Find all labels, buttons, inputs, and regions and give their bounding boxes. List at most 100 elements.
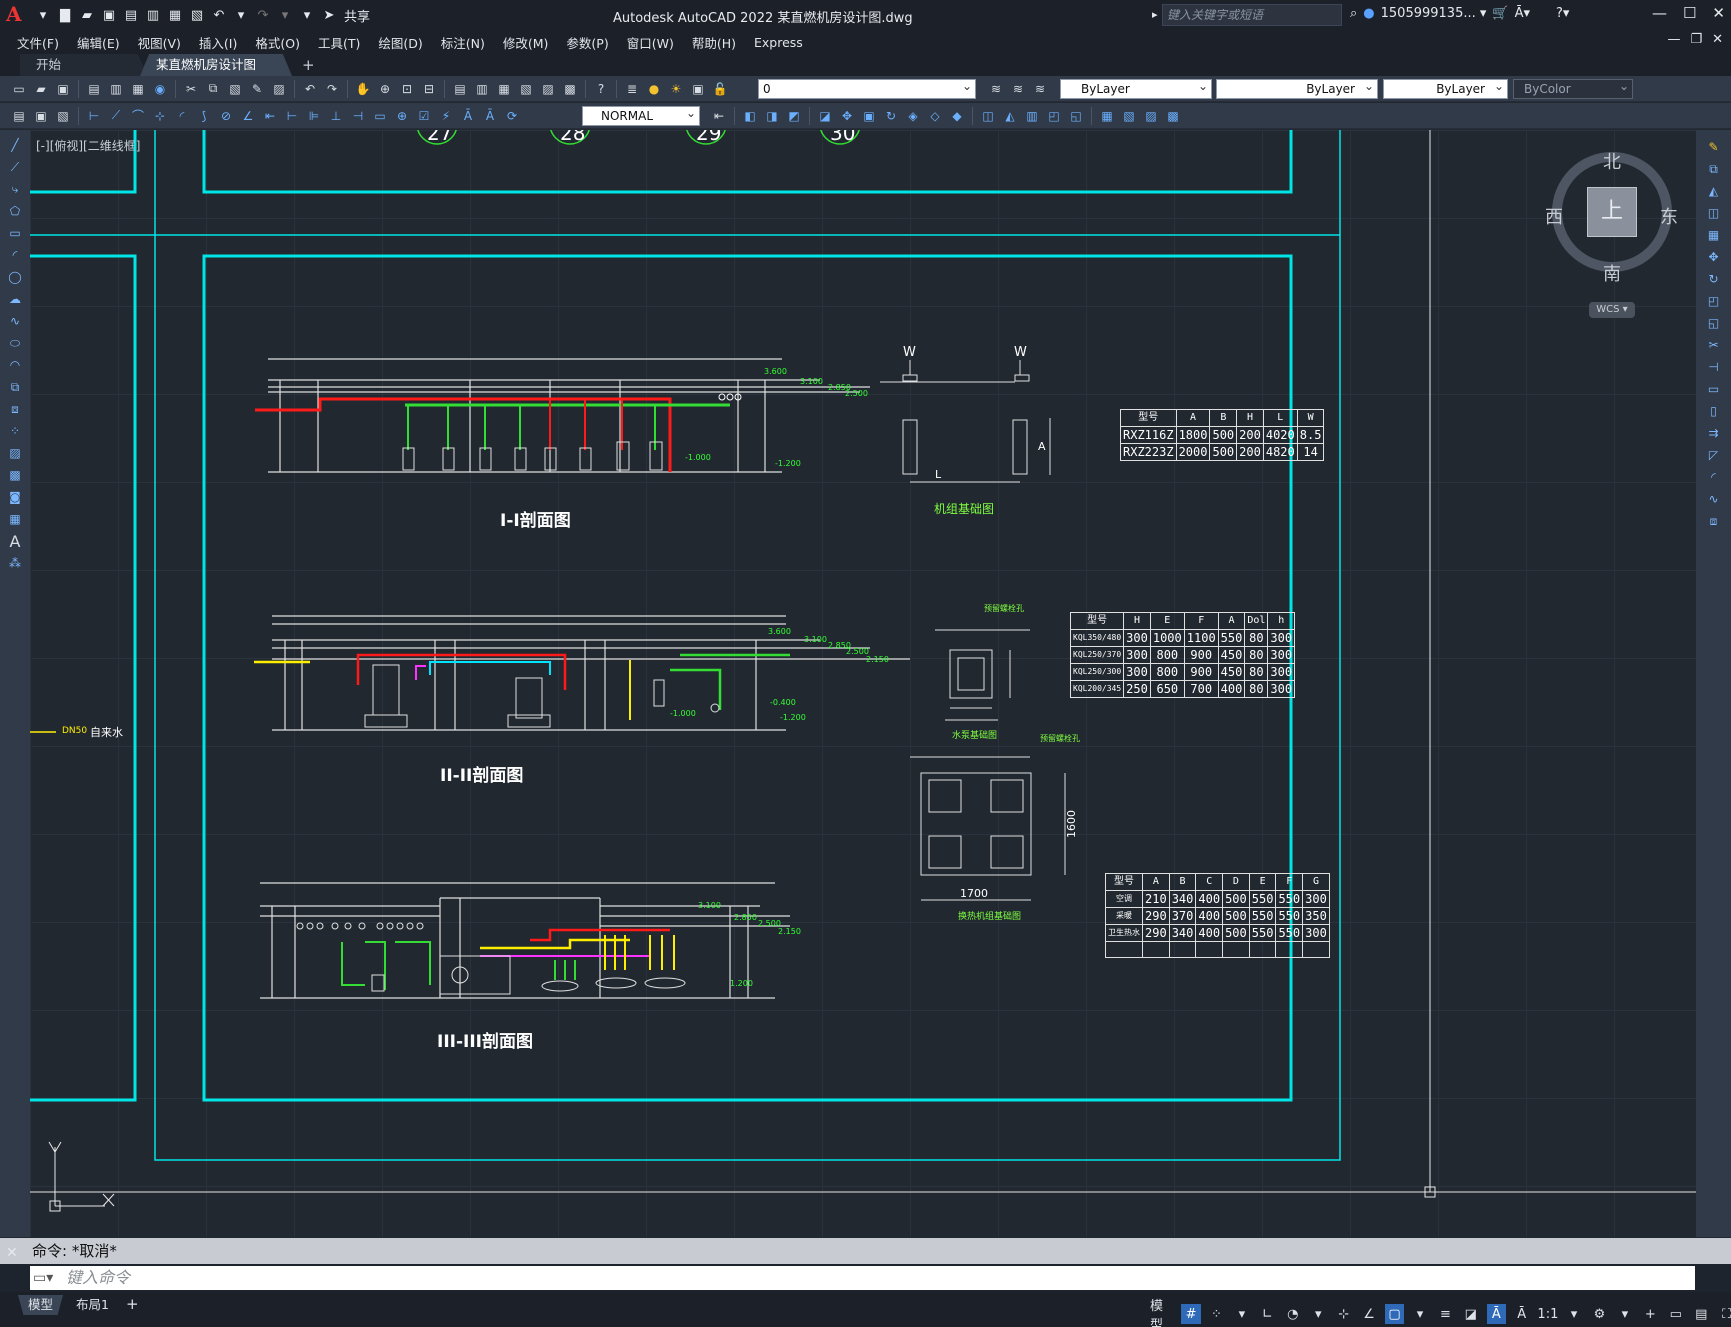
menu-dimension[interactable]: 标注(N) <box>441 33 485 52</box>
draw-order-icon[interactable]: ▧ <box>1120 107 1138 125</box>
plot-icon[interactable]: ▤ <box>85 80 103 98</box>
add-layout-icon[interactable]: + <box>126 1295 139 1313</box>
rectangle-icon[interactable]: ▭ <box>5 224 25 242</box>
user-icon[interactable]: ● <box>1363 6 1374 21</box>
dim-break-icon[interactable]: ⊣ <box>349 107 367 125</box>
dim-edit-icon[interactable]: Ā <box>459 107 477 125</box>
menu-window[interactable]: 窗口(W) <box>627 33 674 52</box>
dim-text-edit-icon[interactable]: Ā <box>481 107 499 125</box>
ellipse-arc-icon[interactable]: ◠ <box>5 356 25 374</box>
fillet-icon[interactable]: ◱ <box>1067 107 1085 125</box>
autocad-logo-icon[interactable]: A <box>6 2 32 28</box>
angular-dim-icon[interactable]: ∠ <box>239 107 257 125</box>
construction-line-icon[interactable]: ⟋ <box>5 158 25 176</box>
tolerance-icon[interactable]: ▭ <box>371 107 389 125</box>
color-dropdown[interactable]: ByLayer <box>1060 77 1212 99</box>
compass-south[interactable]: 南 <box>1603 260 1621 286</box>
qnew-icon[interactable]: ▭ <box>10 80 28 98</box>
undo-dropdown-icon[interactable]: ▾ <box>231 6 251 24</box>
scale-icon[interactable]: ◈ <box>904 107 922 125</box>
command-close-icon[interactable]: ✕ <box>6 1242 23 1264</box>
menu-draw[interactable]: 绘图(D) <box>378 33 422 52</box>
save-web-icon[interactable]: ▦ <box>165 6 185 24</box>
units-icon[interactable]: ▭ <box>1666 1304 1685 1324</box>
chamfer-icon[interactable]: ◸ <box>1704 446 1724 464</box>
copy-icon[interactable]: ⧉ <box>1704 160 1724 178</box>
share-icon[interactable]: ➤ <box>319 6 339 24</box>
ordinate-dim-icon[interactable]: ⊹ <box>151 107 169 125</box>
layer-properties-icon[interactable]: ≣ <box>623 80 641 98</box>
lineweight-icon[interactable]: ≡ <box>1436 1304 1455 1324</box>
array-icon[interactable]: ✥ <box>838 107 856 125</box>
menu-parametric[interactable]: 参数(P) <box>566 33 608 52</box>
wcs-menu[interactable]: WCS ▾ <box>1589 302 1635 318</box>
search-icon[interactable]: ⌕ <box>1350 6 1357 21</box>
save-icon[interactable]: ▣ <box>99 6 119 24</box>
lineweight-dropdown[interactable]: ByLayer <box>1383 77 1508 99</box>
plotstyle-dropdown[interactable]: ByColor <box>1513 77 1633 99</box>
transparency-icon[interactable]: ◪ <box>1461 1304 1480 1324</box>
ungroup-icon[interactable]: ▩ <box>1164 107 1182 125</box>
layer-lock-icon[interactable]: 🔓 <box>711 80 729 98</box>
stretch-icon[interactable]: ◇ <box>926 107 944 125</box>
block-editor-icon[interactable]: ▨ <box>270 80 288 98</box>
new-file-icon[interactable]: ▇ <box>55 6 75 24</box>
cut-icon[interactable]: ✂ <box>182 80 200 98</box>
doc-close-icon[interactable]: ✕ <box>1712 32 1723 47</box>
plot-icon[interactable]: ▧ <box>187 6 207 24</box>
annotation-monitor-icon[interactable]: + <box>1641 1304 1660 1324</box>
quick-dim-icon[interactable]: ⇤ <box>261 107 279 125</box>
design-center-icon[interactable]: ▥ <box>473 80 491 98</box>
compass-west[interactable]: 西 <box>1545 203 1563 229</box>
chamfer-icon[interactable]: ◰ <box>1045 107 1063 125</box>
scale-icon[interactable]: ◰ <box>1704 292 1724 310</box>
sheet-set-icon[interactable]: ▧ <box>517 80 535 98</box>
mtext-icon[interactable]: A <box>5 532 25 551</box>
menu-insert[interactable]: 插入(I) <box>199 33 237 52</box>
menu-modify[interactable]: 修改(M) <box>503 33 549 52</box>
insert-block-icon[interactable]: ⧉ <box>5 378 25 396</box>
layer-bulb-icon[interactable]: ● <box>645 80 663 98</box>
redo-icon[interactable]: ↷ <box>323 80 341 98</box>
clean-screen-icon[interactable]: ⛶ <box>1717 1304 1731 1324</box>
extend-icon[interactable]: ⊣ <box>1704 358 1724 376</box>
properties-icon[interactable]: ▤ <box>451 80 469 98</box>
revcloud-icon[interactable]: ☁ <box>5 290 25 308</box>
zoom-realtime-icon[interactable]: ⊕ <box>376 80 394 98</box>
dim-update-icon[interactable]: ⟳ <box>503 107 521 125</box>
polyline-icon[interactable]: ⤷ <box>5 180 25 198</box>
ellipse-icon[interactable]: ⬭ <box>5 334 25 352</box>
open-icon[interactable]: ▰ <box>32 80 50 98</box>
auto-scale-icon[interactable]: Ā <box>1512 1304 1531 1324</box>
linetype-dropdown[interactable]: ByLayer <box>1216 77 1378 99</box>
object-tracking-icon[interactable]: ∠ <box>1359 1304 1378 1324</box>
menu-view[interactable]: 视图(V) <box>138 33 181 52</box>
move-icon[interactable]: ▣ <box>860 107 878 125</box>
hatch-icon[interactable]: ▨ <box>5 444 25 462</box>
plot-preview-icon[interactable]: ▥ <box>107 80 125 98</box>
redo-dropdown-icon[interactable]: ▾ <box>275 6 295 24</box>
tool-palettes-icon[interactable]: ▦ <box>495 80 513 98</box>
scale-dropdown-icon[interactable]: ▾ <box>1564 1304 1583 1324</box>
new-tab-icon[interactable]: + <box>302 56 315 74</box>
join-icon[interactable]: ▥ <box>1023 107 1041 125</box>
workspace-icon[interactable]: ⚙ <box>1590 1304 1609 1324</box>
grid-icon[interactable]: # <box>1181 1304 1201 1324</box>
search-input[interactable]: 键入关键字或短语 <box>1162 4 1342 26</box>
tab-layout1[interactable]: 布局1 <box>66 1295 119 1315</box>
ortho-icon[interactable]: ∟ <box>1258 1304 1277 1324</box>
diameter-dim-icon[interactable]: ⊘ <box>217 107 235 125</box>
compass-north[interactable]: 北 <box>1603 148 1621 174</box>
isodraft-icon[interactable]: ⊹ <box>1334 1304 1353 1324</box>
break-at-point-icon[interactable]: ▭ <box>1704 380 1724 398</box>
layer-viewport-icon[interactable]: ▣ <box>689 80 707 98</box>
menu-edit[interactable]: 编辑(E) <box>77 33 120 52</box>
gradient-icon[interactable]: ▩ <box>5 466 25 484</box>
compass-east[interactable]: 东 <box>1660 203 1678 229</box>
inspection-icon[interactable]: ☑ <box>415 107 433 125</box>
spline-icon[interactable]: ∿ <box>5 312 25 330</box>
mirror-icon[interactable]: ◩ <box>785 107 803 125</box>
undo-icon[interactable]: ↶ <box>209 6 229 24</box>
layer-sun-icon[interactable]: ☀ <box>667 80 685 98</box>
osnap-dropdown-icon[interactable]: ▾ <box>1410 1304 1429 1324</box>
